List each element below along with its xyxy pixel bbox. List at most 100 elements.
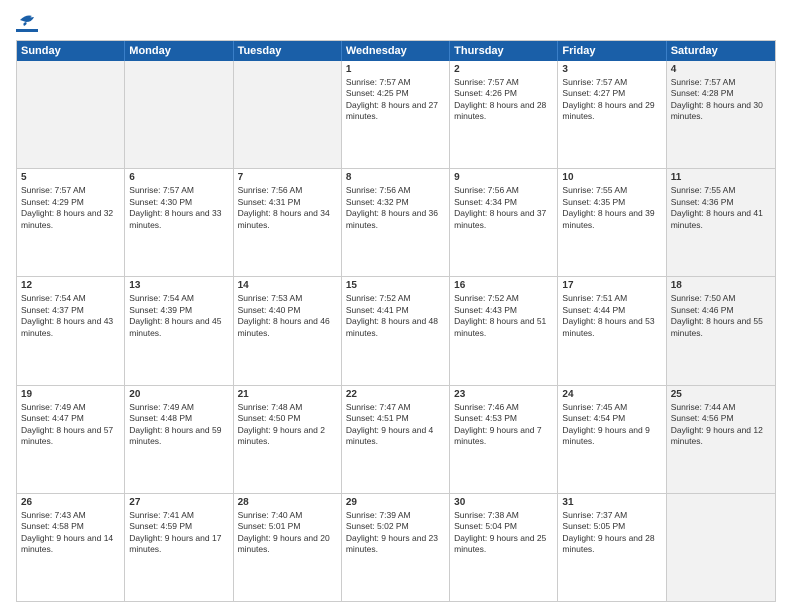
day-number: 24: [562, 389, 661, 400]
day-number: 1: [346, 64, 445, 75]
calendar-header-cell: Sunday: [17, 41, 125, 61]
calendar-cell: 4 Sunrise: 7:57 AM Sunset: 4:28 PM Daylig…: [667, 61, 775, 168]
calendar-row: 5 Sunrise: 7:57 AM Sunset: 4:29 PM Daylig…: [17, 169, 775, 277]
day-number: 31: [562, 497, 661, 508]
calendar-cell: 30 Sunrise: 7:38 AM Sunset: 5:04 PM Dayli…: [450, 494, 558, 601]
logo-text: [16, 12, 38, 28]
cell-text: Sunrise: 7:57 AM Sunset: 4:26 PM Dayligh…: [454, 77, 553, 123]
calendar-row: 1 Sunrise: 7:57 AM Sunset: 4:25 PM Daylig…: [17, 61, 775, 169]
day-number: 27: [129, 497, 228, 508]
page: SundayMondayTuesdayWednesdayThursdayFrid…: [0, 0, 792, 612]
cell-text: Sunrise: 7:50 AM Sunset: 4:46 PM Dayligh…: [671, 293, 771, 339]
day-number: 11: [671, 172, 771, 183]
day-number: 18: [671, 280, 771, 291]
calendar-header-cell: Friday: [558, 41, 666, 61]
day-number: 20: [129, 389, 228, 400]
calendar-row: 12 Sunrise: 7:54 AM Sunset: 4:37 PM Dayli…: [17, 277, 775, 385]
day-number: 13: [129, 280, 228, 291]
calendar-cell: 26Sunrise: 7:43 AM Sunset: 4:58 PM Dayli…: [17, 494, 125, 601]
calendar-cell: 17 Sunrise: 7:51 AM Sunset: 4:44 PM Dayli…: [558, 277, 666, 384]
calendar-cell: 21Sunrise: 7:48 AM Sunset: 4:50 PM Dayli…: [234, 386, 342, 493]
day-number: 3: [562, 64, 661, 75]
cell-text: Sunrise: 7:38 AM Sunset: 5:04 PM Dayligh…: [454, 510, 553, 556]
calendar-cell: 13 Sunrise: 7:54 AM Sunset: 4:39 PM Dayli…: [125, 277, 233, 384]
day-number: 21: [238, 389, 337, 400]
cell-text: Sunrise: 7:51 AM Sunset: 4:44 PM Dayligh…: [562, 293, 661, 339]
day-number: 30: [454, 497, 553, 508]
calendar-header-cell: Thursday: [450, 41, 558, 61]
calendar-cell: [17, 61, 125, 168]
cell-text: Sunrise: 7:54 AM Sunset: 4:37 PM Dayligh…: [21, 293, 120, 339]
cell-text: Sunrise: 7:52 AM Sunset: 4:41 PM Dayligh…: [346, 293, 445, 339]
calendar-cell: [125, 61, 233, 168]
day-number: 15: [346, 280, 445, 291]
calendar-cell: 20 Sunrise: 7:49 AM Sunset: 4:48 PM Dayli…: [125, 386, 233, 493]
cell-text: Sunrise: 7:55 AM Sunset: 4:35 PM Dayligh…: [562, 185, 661, 231]
cell-text: Sunrise: 7:40 AM Sunset: 5:01 PM Dayligh…: [238, 510, 337, 556]
calendar-cell: 27 Sunrise: 7:41 AM Sunset: 4:59 PM Dayli…: [125, 494, 233, 601]
day-number: 17: [562, 280, 661, 291]
calendar-cell: 22Sunrise: 7:47 AM Sunset: 4:51 PM Dayli…: [342, 386, 450, 493]
calendar-cell: [234, 61, 342, 168]
cell-text: Sunrise: 7:55 AM Sunset: 4:36 PM Dayligh…: [671, 185, 771, 231]
logo: [16, 12, 38, 32]
day-number: 5: [21, 172, 120, 183]
cell-text: Sunrise: 7:56 AM Sunset: 4:34 PM Dayligh…: [454, 185, 553, 231]
cell-text: Sunrise: 7:41 AM Sunset: 4:59 PM Dayligh…: [129, 510, 228, 556]
calendar-cell: 23Sunrise: 7:46 AM Sunset: 4:53 PM Dayli…: [450, 386, 558, 493]
calendar-body: 1 Sunrise: 7:57 AM Sunset: 4:25 PM Daylig…: [17, 61, 775, 601]
day-number: 9: [454, 172, 553, 183]
cell-text: Sunrise: 7:57 AM Sunset: 4:28 PM Dayligh…: [671, 77, 771, 123]
day-number: 19: [21, 389, 120, 400]
calendar-cell: 15 Sunrise: 7:52 AM Sunset: 4:41 PM Dayli…: [342, 277, 450, 384]
calendar-cell: 2 Sunrise: 7:57 AM Sunset: 4:26 PM Daylig…: [450, 61, 558, 168]
day-number: 14: [238, 280, 337, 291]
calendar-cell: 3Sunrise: 7:57 AM Sunset: 4:27 PM Daylig…: [558, 61, 666, 168]
day-number: 28: [238, 497, 337, 508]
cell-text: Sunrise: 7:52 AM Sunset: 4:43 PM Dayligh…: [454, 293, 553, 339]
day-number: 4: [671, 64, 771, 75]
calendar-cell: 24 Sunrise: 7:45 AM Sunset: 4:54 PM Dayli…: [558, 386, 666, 493]
cell-text: Sunrise: 7:57 AM Sunset: 4:30 PM Dayligh…: [129, 185, 228, 231]
calendar-cell: 8Sunrise: 7:56 AM Sunset: 4:32 PM Daylig…: [342, 169, 450, 276]
calendar-cell: 25Sunrise: 7:44 AM Sunset: 4:56 PM Dayli…: [667, 386, 775, 493]
calendar-cell: 29Sunrise: 7:39 AM Sunset: 5:02 PM Dayli…: [342, 494, 450, 601]
cell-text: Sunrise: 7:47 AM Sunset: 4:51 PM Dayligh…: [346, 402, 445, 448]
day-number: 23: [454, 389, 553, 400]
calendar-cell: 9 Sunrise: 7:56 AM Sunset: 4:34 PM Daylig…: [450, 169, 558, 276]
calendar-cell: 18 Sunrise: 7:50 AM Sunset: 4:46 PM Dayli…: [667, 277, 775, 384]
calendar-cell: 7Sunrise: 7:56 AM Sunset: 4:31 PM Daylig…: [234, 169, 342, 276]
calendar-header-cell: Monday: [125, 41, 233, 61]
cell-text: Sunrise: 7:43 AM Sunset: 4:58 PM Dayligh…: [21, 510, 120, 556]
day-number: 16: [454, 280, 553, 291]
cell-text: Sunrise: 7:37 AM Sunset: 5:05 PM Dayligh…: [562, 510, 661, 556]
day-number: 2: [454, 64, 553, 75]
calendar-cell: 14 Sunrise: 7:53 AM Sunset: 4:40 PM Dayli…: [234, 277, 342, 384]
logo-underline: [16, 29, 38, 32]
calendar-header-cell: Saturday: [667, 41, 775, 61]
cell-text: Sunrise: 7:57 AM Sunset: 4:25 PM Dayligh…: [346, 77, 445, 123]
calendar: SundayMondayTuesdayWednesdayThursdayFrid…: [16, 40, 776, 602]
day-number: 10: [562, 172, 661, 183]
calendar-cell: 31 Sunrise: 7:37 AM Sunset: 5:05 PM Dayli…: [558, 494, 666, 601]
calendar-cell: 1 Sunrise: 7:57 AM Sunset: 4:25 PM Daylig…: [342, 61, 450, 168]
cell-text: Sunrise: 7:54 AM Sunset: 4:39 PM Dayligh…: [129, 293, 228, 339]
calendar-cell: 6 Sunrise: 7:57 AM Sunset: 4:30 PM Daylig…: [125, 169, 233, 276]
cell-text: Sunrise: 7:49 AM Sunset: 4:48 PM Dayligh…: [129, 402, 228, 448]
calendar-row: 19Sunrise: 7:49 AM Sunset: 4:47 PM Dayli…: [17, 386, 775, 494]
calendar-cell: [667, 494, 775, 601]
cell-text: Sunrise: 7:45 AM Sunset: 4:54 PM Dayligh…: [562, 402, 661, 448]
calendar-row: 26Sunrise: 7:43 AM Sunset: 4:58 PM Dayli…: [17, 494, 775, 601]
calendar-cell: 28 Sunrise: 7:40 AM Sunset: 5:01 PM Dayli…: [234, 494, 342, 601]
calendar-cell: 16 Sunrise: 7:52 AM Sunset: 4:43 PM Dayli…: [450, 277, 558, 384]
day-number: 25: [671, 389, 771, 400]
calendar-cell: 11 Sunrise: 7:55 AM Sunset: 4:36 PM Dayli…: [667, 169, 775, 276]
calendar-cell: 5 Sunrise: 7:57 AM Sunset: 4:29 PM Daylig…: [17, 169, 125, 276]
day-number: 6: [129, 172, 228, 183]
calendar-header-cell: Tuesday: [234, 41, 342, 61]
day-number: 12: [21, 280, 120, 291]
calendar-cell: 10 Sunrise: 7:55 AM Sunset: 4:35 PM Dayli…: [558, 169, 666, 276]
cell-text: Sunrise: 7:57 AM Sunset: 4:29 PM Dayligh…: [21, 185, 120, 231]
cell-text: Sunrise: 7:56 AM Sunset: 4:31 PM Dayligh…: [238, 185, 337, 231]
cell-text: Sunrise: 7:53 AM Sunset: 4:40 PM Dayligh…: [238, 293, 337, 339]
